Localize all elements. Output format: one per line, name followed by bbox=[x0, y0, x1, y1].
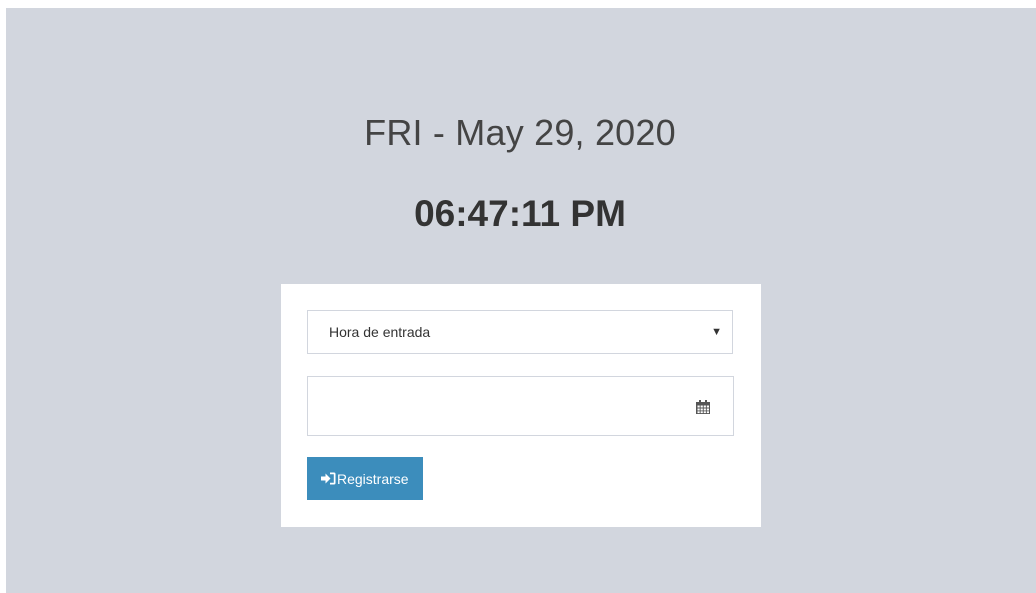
register-button[interactable]: Registrarse bbox=[307, 457, 423, 500]
date-input[interactable] bbox=[308, 377, 733, 435]
attendance-type-selected: Hora de entrada bbox=[329, 324, 431, 340]
attendance-type-select[interactable]: Hora de entrada ▼ bbox=[307, 310, 733, 354]
attendance-form-box: Hora de entrada ▼ Registrarse bbox=[281, 284, 761, 527]
caret-down-icon: ▼ bbox=[711, 326, 722, 338]
current-time: 06:47:11 PM bbox=[414, 193, 626, 234]
register-button-label: Registrarse bbox=[337, 470, 409, 487]
sign-in-icon bbox=[321, 472, 336, 485]
calendar-icon[interactable] bbox=[695, 399, 711, 415]
current-date: FRI - May 29, 2020 bbox=[364, 112, 676, 153]
date-field[interactable] bbox=[307, 376, 734, 436]
